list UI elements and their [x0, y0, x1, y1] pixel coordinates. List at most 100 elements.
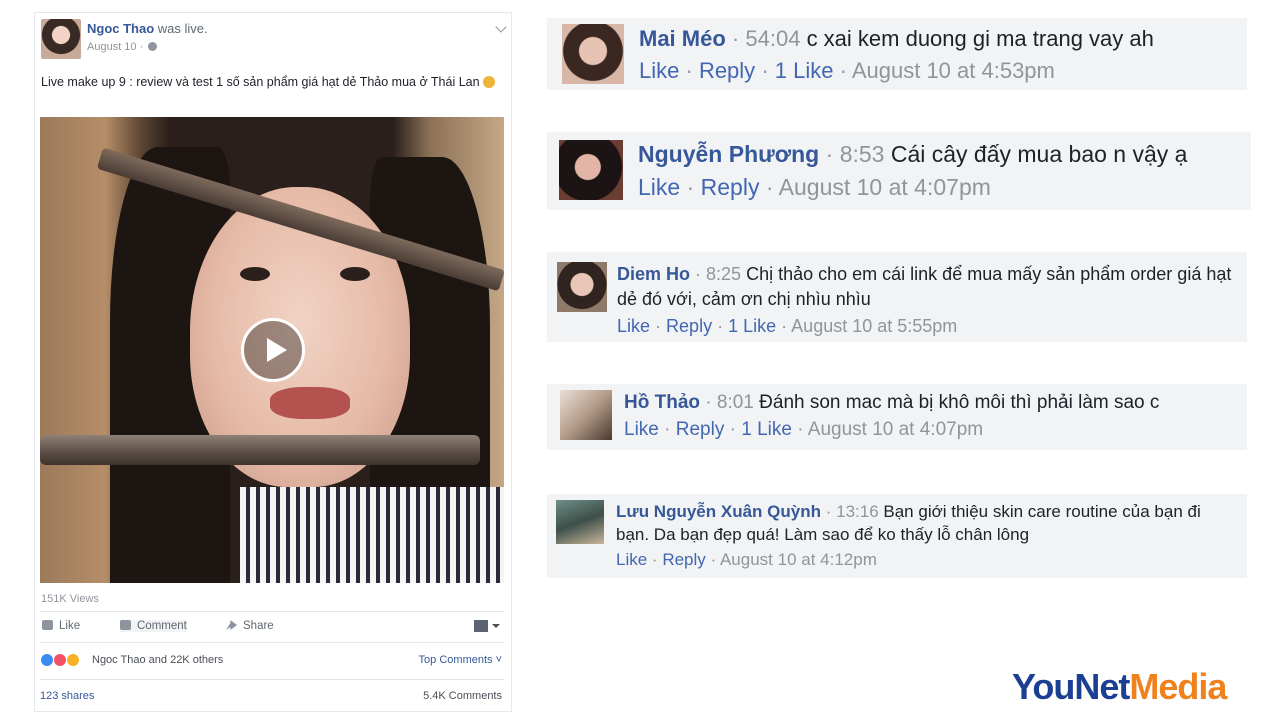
comment-reply-link[interactable]: Reply: [701, 174, 760, 200]
globe-icon: [148, 42, 158, 51]
comment-like-count[interactable]: 1 Like: [728, 316, 776, 336]
share-icon: [226, 620, 237, 630]
play-button[interactable]: [241, 318, 305, 382]
younet-media-logo: YouNetMedia: [1012, 666, 1227, 708]
comment-line: Mai Méo · 54:04 c xai kem duong gi ma tr…: [639, 26, 1154, 51]
chevron-down-icon[interactable]: [495, 21, 507, 33]
comment-text: Cái cây đấy mua bao n vậy ạ: [890, 141, 1188, 167]
comment-line: Hồ Thảo · 8:01 Đánh son mac mà bị khô mô…: [624, 392, 1160, 413]
like-reaction-icon: [40, 653, 54, 667]
commenter-avatar[interactable]: [557, 262, 607, 312]
comment-video-time[interactable]: 8:25: [706, 264, 741, 284]
commenter-avatar[interactable]: [560, 390, 612, 440]
comment-reply-link[interactable]: Reply: [666, 316, 712, 336]
commenter-name[interactable]: Hồ Thảo: [624, 392, 700, 413]
commenter-name[interactable]: Nguyễn Phương: [638, 141, 819, 167]
comment-line: Lưu Nguyễn Xuân Quỳnh · 13:16 Bạn giới t…: [616, 502, 1201, 521]
logo-part1: YouNet: [1012, 666, 1130, 707]
post-text: Live make up 9 : review và test 1 số sản…: [41, 73, 507, 91]
comment-text: Chị thảo cho em cái link để mua mấy sản …: [746, 264, 1232, 284]
comment-like-link[interactable]: Like: [616, 550, 647, 569]
comment-text: Bạn giới thiệu skin care routine của bạn…: [883, 502, 1201, 521]
author-name-link[interactable]: Ngoc Thao: [87, 21, 154, 36]
view-count: 151K Views: [41, 593, 99, 605]
page-avatar-icon: [474, 620, 488, 632]
comment-item: Diem Ho · 8:25 Chị thảo cho em cái link …: [547, 252, 1247, 342]
logo-part2: Media: [1129, 666, 1227, 707]
reaction-icons[interactable]: [40, 653, 81, 670]
comment-like-link[interactable]: Like: [624, 419, 659, 440]
comment-date[interactable]: August 10 at 4:07pm: [779, 174, 991, 200]
comment-video-time[interactable]: 13:16: [836, 502, 879, 521]
post-action-bar: Like Comment Share: [40, 611, 504, 643]
comment-date[interactable]: August 10 at 4:07pm: [808, 419, 983, 440]
comment-line-continued: bạn. Da bạn đẹp quá! Làm sao để ko thấy …: [616, 525, 1029, 545]
comment-item: Hồ Thảo · 8:01 Đánh son mac mà bị khô mô…: [547, 384, 1247, 450]
comment-reply-link[interactable]: Reply: [699, 58, 755, 83]
post-timestamp: August 10 ·: [87, 41, 158, 53]
post-text-content: Live make up 9 : review và test 1 số sản…: [41, 75, 480, 89]
facebook-post: Ngoc Thao was live. August 10 · Live mak…: [34, 12, 512, 712]
comment-like-link[interactable]: Like: [638, 174, 680, 200]
commenter-avatar[interactable]: [559, 140, 623, 200]
comment-meta: Like · Reply · August 10 at 4:12pm: [616, 550, 877, 569]
commenter-name[interactable]: Mai Méo: [639, 26, 726, 51]
comment-date[interactable]: August 10 at 4:12pm: [720, 550, 877, 569]
comment-video-time[interactable]: 8:53: [840, 141, 885, 167]
love-reaction-icon: [53, 653, 68, 667]
comment-item: Lưu Nguyễn Xuân Quỳnh · 13:16 Bạn giới t…: [547, 494, 1247, 578]
share-label: Share: [243, 620, 274, 632]
post-action-text: was live.: [157, 21, 208, 36]
comment-video-time[interactable]: 8:01: [717, 392, 754, 413]
comment-meta: Like · Reply · 1 Like · August 10 at 4:0…: [624, 419, 984, 440]
page-selector[interactable]: [474, 620, 500, 633]
post-author: Ngoc Thao was live.: [87, 21, 208, 36]
comment-item: Mai Méo · 54:04 c xai kem duong gi ma tr…: [547, 18, 1247, 90]
share-button[interactable]: Share: [226, 620, 274, 632]
comment-meta: Like · Reply · 1 Like · August 10 at 5:5…: [617, 316, 958, 336]
reactions-summary[interactable]: Ngoc Thao and 22K others: [92, 654, 223, 666]
comment-line-continued: dẻ đó với, cảm ơn chị nhìu nhìu: [617, 289, 871, 310]
comment-like-count[interactable]: 1 Like: [775, 58, 834, 83]
comment-reply-link[interactable]: Reply: [676, 419, 725, 440]
play-icon: [267, 338, 287, 362]
comment-line: Nguyễn Phương · 8:53 Cái cây đấy mua bao…: [638, 141, 1188, 167]
comment-like-count[interactable]: 1 Like: [741, 419, 792, 440]
comment-reply-link[interactable]: Reply: [662, 550, 705, 569]
live-video-thumbnail[interactable]: [40, 117, 504, 583]
counts-row: 123 shares 5.4K Comments: [40, 679, 504, 707]
shares-count[interactable]: 123 shares: [40, 690, 94, 702]
reactions-row: Ngoc Thao and 22K others Top Comments ˅: [40, 649, 504, 673]
post-header: Ngoc Thao was live. August 10 ·: [41, 19, 507, 69]
comment-text-continued: bạn. Da bạn đẹp quá! Làm sao để ko thấy …: [616, 525, 1030, 544]
comment-icon: [120, 620, 131, 630]
comment-text: Đánh son mac mà bị khô môi thì phải làm …: [759, 392, 1160, 413]
like-label: Like: [59, 620, 81, 632]
comment-label: Comment: [137, 620, 187, 632]
comments-count[interactable]: 5.4K Comments: [423, 690, 502, 702]
comment-date[interactable]: August 10 at 5:55pm: [791, 316, 957, 336]
comment-like-link[interactable]: Like: [639, 58, 679, 83]
comment-meta: Like · Reply · 1 Like · August 10 at 4:5…: [639, 58, 1055, 83]
commenter-name[interactable]: Lưu Nguyễn Xuân Quỳnh: [616, 502, 821, 521]
commenter-name[interactable]: Diem Ho: [617, 264, 690, 284]
commenter-avatar[interactable]: [556, 500, 604, 544]
comment-date[interactable]: August 10 at 4:53pm: [852, 58, 1055, 83]
comment-line: Diem Ho · 8:25 Chị thảo cho em cái link …: [617, 264, 1232, 284]
comment-meta: Like · Reply · August 10 at 4:07pm: [638, 174, 991, 200]
comment-item: Nguyễn Phương · 8:53 Cái cây đấy mua bao…: [547, 132, 1251, 210]
commenter-avatar[interactable]: [562, 24, 624, 84]
comment-button[interactable]: Comment: [120, 620, 187, 632]
woman-emoji-icon: [482, 76, 495, 88]
post-date[interactable]: August 10 ·: [87, 41, 143, 53]
comment-text-continued: dẻ đó với, cảm ơn chị nhìu nhìu: [617, 289, 871, 309]
top-comments-dropdown[interactable]: Top Comments ˅: [419, 654, 502, 666]
comment-video-time[interactable]: 54:04: [745, 26, 800, 51]
haha-reaction-icon: [66, 653, 81, 667]
comment-like-link[interactable]: Like: [617, 316, 650, 336]
author-avatar[interactable]: [41, 19, 81, 59]
like-button[interactable]: Like: [42, 620, 80, 632]
thumbs-up-icon: [42, 620, 53, 630]
caret-down-icon: [492, 624, 500, 628]
comment-text: c xai kem duong gi ma trang vay ah: [806, 26, 1154, 51]
